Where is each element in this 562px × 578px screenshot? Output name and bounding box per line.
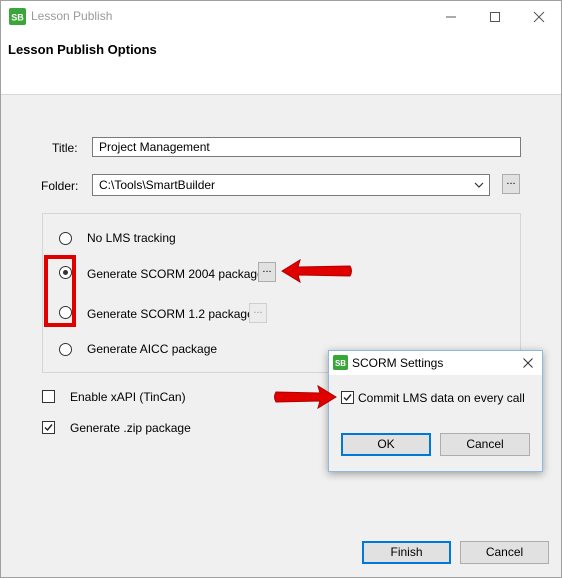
folder-label: Folder: — [41, 179, 79, 193]
lesson-publish-window: SB Lesson Publish Lesson Publish Options… — [0, 0, 562, 578]
annotation-arrow-icon — [274, 384, 337, 410]
checkmark-icon — [44, 424, 53, 432]
annotation-arrow-icon — [281, 258, 352, 284]
zip-label[interactable]: Generate .zip package — [70, 421, 191, 435]
title-bar: SB Lesson Publish — [1, 1, 561, 32]
dialog-title: SCORM Settings — [352, 356, 444, 370]
minimize-button[interactable] — [429, 1, 473, 32]
checkmark-icon — [343, 394, 352, 402]
scorm-12-settings-button[interactable]: ... — [249, 303, 267, 323]
title-label: Title: — [52, 141, 78, 155]
smartbuilder-app-icon: SB — [9, 8, 26, 25]
dialog-close-button[interactable] — [513, 351, 542, 375]
zip-checkbox[interactable] — [42, 421, 55, 434]
maximize-icon — [490, 11, 500, 22]
finish-button[interactable]: Finish — [362, 541, 451, 564]
dialog-ok-button[interactable]: OK — [341, 433, 431, 456]
dialog-cancel-button[interactable]: Cancel — [440, 433, 530, 456]
browse-folder-button[interactable]: ... — [502, 174, 520, 194]
folder-value: C:\Tools\SmartBuilder — [99, 178, 216, 192]
close-icon — [522, 358, 533, 368]
aicc-label[interactable]: Generate AICC package — [87, 342, 217, 356]
cancel-button[interactable]: Cancel — [460, 541, 549, 564]
scorm-12-label[interactable]: Generate SCORM 1.2 package — [87, 307, 254, 321]
xapi-label[interactable]: Enable xAPI (TinCan) — [70, 390, 186, 404]
scorm-settings-dialog: SB SCORM Settings Commit LMS data on eve… — [328, 350, 543, 472]
aicc-radio[interactable] — [59, 343, 72, 356]
commit-lms-checkbox[interactable] — [341, 391, 354, 404]
window-title: Lesson Publish — [31, 9, 113, 23]
maximize-button[interactable] — [473, 1, 517, 32]
commit-lms-label[interactable]: Commit LMS data on every call — [358, 391, 525, 405]
chevron-down-icon — [474, 182, 484, 188]
close-icon — [533, 11, 545, 22]
svg-text:SB: SB — [11, 13, 24, 23]
page-title: Lesson Publish Options — [8, 42, 157, 57]
close-button[interactable] — [517, 1, 561, 32]
minimize-icon — [446, 16, 456, 17]
xapi-checkbox[interactable] — [42, 390, 55, 403]
options-header: Lesson Publish Options — [1, 32, 561, 95]
no-lms-radio[interactable] — [59, 232, 72, 245]
annotation-highlight-box — [44, 255, 76, 327]
scorm-2004-settings-button[interactable]: ... — [258, 262, 276, 282]
no-lms-label[interactable]: No LMS tracking — [87, 231, 176, 245]
title-input[interactable]: Project Management — [92, 137, 521, 157]
smartbuilder-app-icon: SB — [333, 355, 348, 370]
dialog-title-bar: SB SCORM Settings — [329, 351, 542, 375]
scorm-2004-label[interactable]: Generate SCORM 2004 package — [87, 267, 264, 281]
svg-text:SB: SB — [335, 359, 346, 368]
folder-combobox[interactable]: C:\Tools\SmartBuilder — [92, 174, 490, 196]
